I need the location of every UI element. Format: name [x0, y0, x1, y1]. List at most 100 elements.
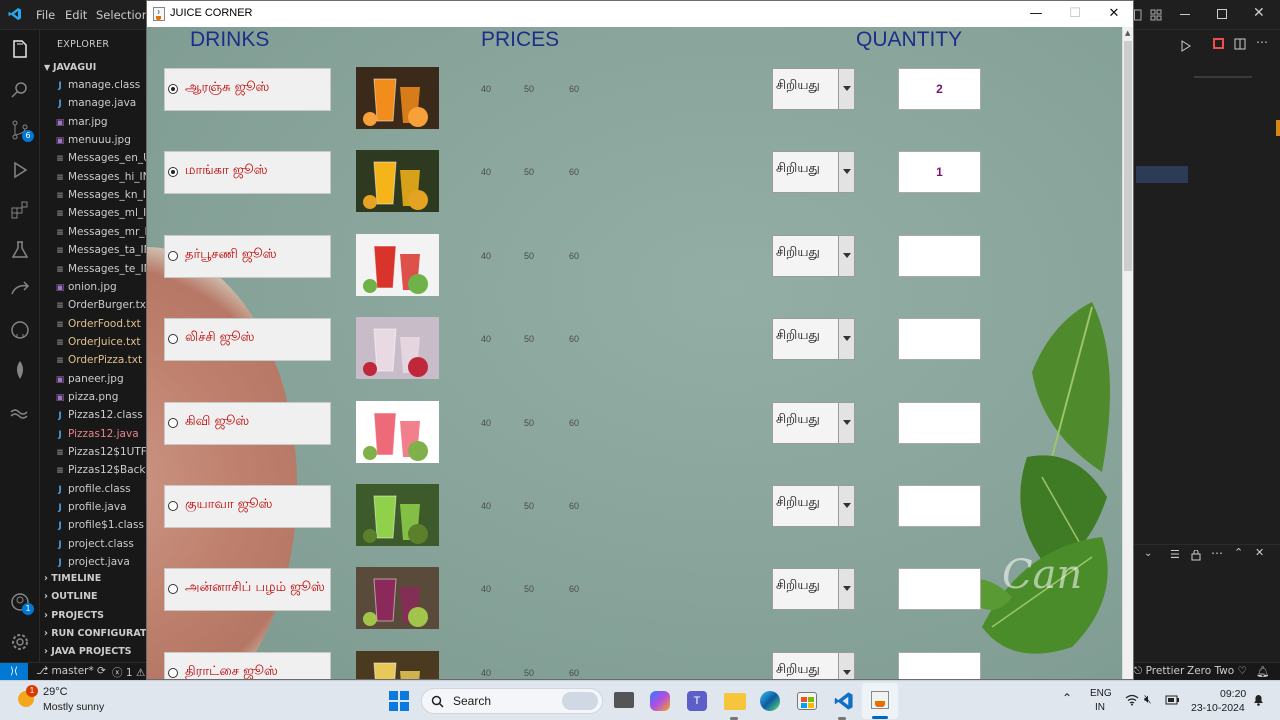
java-app-taskbar-button[interactable]: [862, 683, 898, 719]
size-dropdown[interactable]: சிறியது: [772, 234, 855, 277]
section-outline[interactable]: › OUTLINE: [44, 588, 98, 606]
file-item[interactable]: ≡ Messages_ml_IN: [54, 204, 148, 222]
dropdown-button[interactable]: [838, 652, 854, 679]
battery-icon[interactable]: [1165, 694, 1180, 706]
mongodb-leaf-icon[interactable]: [8, 358, 32, 382]
split-editor-icon[interactable]: [1234, 38, 1246, 50]
file-explorer-icon[interactable]: [724, 693, 746, 710]
panel-chevron-icon[interactable]: ⌄: [1144, 548, 1152, 559]
drink-radio-button[interactable]: திராட்சை ஜூஸ்: [164, 651, 331, 679]
stop-icon[interactable]: [1213, 38, 1224, 49]
file-item[interactable]: Jmanage.class: [54, 76, 148, 94]
docker-wave-icon[interactable]: [8, 398, 32, 422]
vscode-maximize-icon[interactable]: [1217, 9, 1227, 19]
dropdown-button[interactable]: [838, 235, 854, 276]
task-view-icon[interactable]: [614, 692, 634, 708]
file-item[interactable]: ≡ OrderJuice.txt: [54, 333, 148, 351]
search-icon[interactable]: [8, 78, 32, 102]
github-icon[interactable]: [8, 318, 32, 342]
windows-start-icon[interactable]: [389, 691, 409, 711]
size-dropdown[interactable]: சிறியது: [772, 651, 855, 679]
file-item[interactable]: ≡ Messages_hi_IN: [54, 168, 148, 186]
notifications-bell-icon[interactable]: 🔔︎: [1256, 665, 1269, 678]
file-item[interactable]: ≡ Messages_te_IN: [54, 260, 148, 278]
scrollbar-thumb[interactable]: [1124, 41, 1132, 271]
file-item[interactable]: ≡ Messages_kn_IN: [54, 186, 148, 204]
file-item[interactable]: Jprofile.java: [54, 498, 148, 516]
quantity-field[interactable]: [898, 651, 981, 679]
quantity-field[interactable]: [898, 568, 981, 611]
explorer-icon[interactable]: [8, 38, 32, 62]
minimize-button[interactable]: —: [1017, 1, 1055, 27]
file-item[interactable]: ▣ menuuu.jpg: [54, 131, 148, 149]
file-item[interactable]: ≡ OrderPizza.txt: [54, 351, 148, 369]
scroll-up-icon[interactable]: ▲: [1125, 29, 1130, 37]
quantity-field[interactable]: 2: [898, 68, 981, 110]
file-item[interactable]: ≡ Pizzas12$Backgr: [54, 461, 148, 479]
section-java-projects[interactable]: › JAVA PROJECTS: [44, 643, 132, 661]
section-projects[interactable]: › PROJECTS: [44, 607, 104, 625]
quantity-field[interactable]: [898, 318, 981, 361]
size-dropdown[interactable]: சிறியது: [772, 485, 855, 527]
copilot-icon[interactable]: [650, 691, 670, 711]
file-item[interactable]: Jmanage.java: [54, 94, 148, 112]
file-item[interactable]: ≡ Messages_ta_IN: [54, 241, 148, 259]
file-item[interactable]: ▣ onion.jpg: [54, 278, 148, 296]
file-item[interactable]: ≡ OrderFood.txt: [54, 315, 148, 333]
file-item[interactable]: ▣ mar.jpg: [54, 113, 148, 131]
weather-widget[interactable]: 1: [14, 685, 38, 711]
menu-selection[interactable]: Selection: [96, 8, 149, 22]
dropdown-button[interactable]: [838, 152, 854, 193]
close-button[interactable]: ✕: [1095, 1, 1133, 27]
file-item[interactable]: Jproject.class: [54, 535, 148, 553]
more-actions-icon[interactable]: ⋯: [1256, 35, 1268, 49]
run-icon[interactable]: [1180, 40, 1192, 52]
edge-browser-icon[interactable]: [760, 691, 780, 711]
clock-date[interactable]: 23-10-2024: [1191, 702, 1245, 714]
menu-file[interactable]: File: [36, 8, 55, 22]
menu-edit[interactable]: Edit: [65, 8, 87, 22]
file-item[interactable]: ≡ Pizzas12$1UTF8: [54, 443, 148, 461]
panel-lock-icon[interactable]: [1191, 550, 1201, 561]
panel-more-icon[interactable]: ⋯: [1211, 546, 1223, 560]
vscode-minimize-icon[interactable]: [1180, 14, 1190, 15]
volume-muted-icon[interactable]: 🔇︎: [1144, 692, 1152, 707]
taskbar-search[interactable]: Search: [421, 688, 603, 714]
size-dropdown[interactable]: சிறியது: [772, 151, 855, 194]
drink-radio-button[interactable]: லிச்சி ஜூஸ்: [164, 318, 331, 362]
panel-close-icon[interactable]: ✕: [1255, 546, 1264, 559]
notification-bell-icon[interactable]: [1252, 693, 1265, 707]
show-hidden-icons-chevron-icon[interactable]: ⌃: [1062, 691, 1072, 705]
quantity-field[interactable]: [898, 401, 981, 444]
problems-status[interactable]: ⓧ 1 ⚠: [112, 665, 145, 680]
drink-radio-button[interactable]: கிவி ஜூஸ்: [164, 401, 331, 445]
quantity-field[interactable]: [898, 234, 981, 277]
drink-radio-button[interactable]: மாங்கா ஜூஸ்: [164, 151, 331, 195]
store-icon[interactable]: [797, 692, 817, 710]
dropdown-button[interactable]: [838, 69, 854, 109]
customize-layout-icon[interactable]: [1150, 9, 1162, 21]
quantity-field[interactable]: 1: [898, 151, 981, 194]
file-item[interactable]: ≡ OrderBurger.txt: [54, 296, 148, 314]
size-dropdown[interactable]: சிறியது: [772, 401, 855, 444]
section-run-configuratio[interactable]: › RUN CONFIGURATIO: [44, 625, 148, 643]
settings-gear-icon[interactable]: [8, 630, 32, 654]
file-item[interactable]: J Pizzas12.class: [54, 406, 148, 424]
dropdown-button[interactable]: [838, 569, 854, 610]
drink-radio-button[interactable]: குயாவா ஜூஸ்: [164, 485, 331, 528]
size-dropdown[interactable]: சிறியது: [772, 68, 855, 110]
section-timeline[interactable]: › TIMELINE: [44, 570, 101, 588]
dropdown-button[interactable]: [838, 319, 854, 360]
file-item[interactable]: Jproject.java: [54, 553, 148, 571]
theme-status[interactable]: Zero Two ♡: [1187, 665, 1247, 677]
drink-radio-button[interactable]: அன்னாசிப் பழம் ஜூஸ்: [164, 568, 331, 612]
file-item[interactable]: ▣ paneer.jpg: [54, 370, 148, 388]
file-item[interactable]: J Pizzas12.java: [54, 425, 148, 443]
drink-radio-button[interactable]: தர்பூசணி ஜூஸ்: [164, 234, 331, 278]
extensions-icon[interactable]: [8, 198, 32, 222]
dropdown-button[interactable]: [838, 402, 854, 443]
branch-status[interactable]: ⎇ master* ⟳: [36, 665, 106, 677]
size-dropdown[interactable]: சிறியது: [772, 318, 855, 361]
file-item[interactable]: Jprofile.class: [54, 480, 148, 498]
clock-time[interactable]: 09:20: [1220, 688, 1246, 700]
